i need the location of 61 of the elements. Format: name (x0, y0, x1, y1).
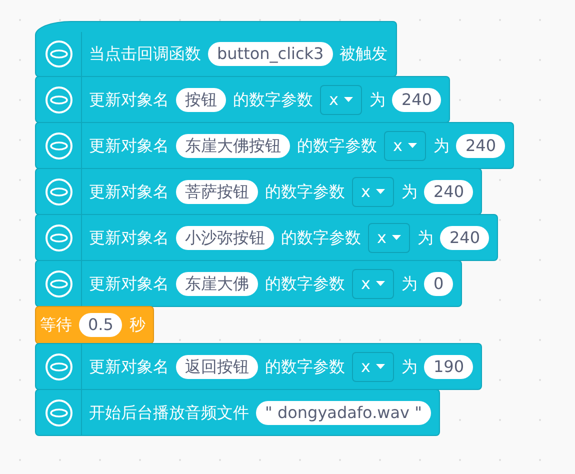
ring-icon (44, 270, 72, 298)
block-label: 被触发 (340, 43, 388, 65)
value-field[interactable]: 190 (424, 354, 474, 378)
block-label: 为 (417, 226, 434, 248)
block-label: 更新对象名 (89, 88, 169, 110)
value-field[interactable]: 东崖大佛 (176, 272, 258, 296)
caret-icon (376, 189, 386, 194)
caret-icon (376, 281, 386, 286)
value-field[interactable]: " dongyadafo.wav " (256, 400, 431, 424)
action-block[interactable]: 更新对象名 菩萨按钮 的数字参数 x 为 240 (35, 168, 482, 215)
value-field[interactable]: button_click3 (208, 42, 333, 66)
ring-icon (44, 398, 72, 426)
ring-icon (44, 40, 72, 68)
block-label: 为 (433, 134, 450, 156)
block-label: 的数字参数 (233, 88, 313, 110)
action-block[interactable]: 开始后台播放音频文件 " dongyadafo.wav " (35, 389, 440, 436)
block-label: 更新对象名 (89, 180, 169, 202)
action-block[interactable]: 更新对象名 东崖大佛按钮 的数字参数 x 为 240 (35, 122, 514, 169)
block-label: 为 (369, 88, 386, 110)
ring-icon (44, 224, 72, 252)
block-label: 更新对象名 (89, 272, 169, 294)
block-label: 更新对象名 (89, 134, 169, 156)
block-label: 秒 (129, 314, 146, 336)
action-block[interactable]: 更新对象名 返回按钮 的数字参数 x 为 190 (35, 343, 482, 390)
action-block[interactable]: 更新对象名 按钮 的数字参数 x 为 240 (35, 76, 450, 123)
value-field[interactable]: 240 (424, 180, 474, 204)
block-label: 更新对象名 (89, 356, 169, 378)
ring-icon (44, 352, 72, 380)
caret-icon (344, 97, 354, 102)
value-field[interactable]: 0 (424, 272, 453, 296)
ring-icon (44, 86, 72, 114)
value-field[interactable]: 小沙弥按钮 (176, 226, 274, 250)
value-field[interactable]: 240 (456, 134, 506, 158)
block-label: 开始后台播放音频文件 (89, 402, 249, 424)
block-label: 的数字参数 (281, 226, 361, 248)
block-label: 为 (401, 356, 418, 378)
value-field[interactable]: 240 (392, 88, 442, 112)
wait-block[interactable]: 等待 0.5 秒 (35, 306, 154, 344)
caret-icon (392, 235, 402, 240)
value-field[interactable]: 按钮 (176, 88, 226, 112)
block-label: 为 (401, 180, 418, 202)
block-label: 的数字参数 (265, 272, 345, 294)
action-block[interactable]: 更新对象名 小沙弥按钮 的数字参数 x 为 240 (35, 214, 498, 261)
block-label: 更新对象名 (89, 226, 169, 248)
value-field[interactable]: 东崖大佛按钮 (176, 134, 290, 158)
value-field[interactable]: 菩萨按钮 (176, 180, 258, 204)
action-block[interactable]: 更新对象名 东崖大佛 的数字参数 x 为 0 (35, 260, 462, 307)
block-label: 等待 (40, 314, 72, 336)
event-block[interactable]: 当点击回调函数 button_click3 被触发 (35, 21, 397, 77)
value-field[interactable]: 240 (440, 226, 490, 250)
block-label: 的数字参数 (265, 356, 345, 378)
value-field[interactable]: 返回按钮 (176, 354, 258, 378)
block-label: 的数字参数 (297, 134, 377, 156)
block-label: 为 (401, 272, 418, 294)
caret-icon (408, 143, 418, 148)
caret-icon (376, 364, 386, 369)
block-label: 的数字参数 (265, 180, 345, 202)
ring-icon (44, 178, 72, 206)
ring-icon (44, 132, 72, 160)
block-label: 当点击回调函数 (89, 43, 201, 65)
value-field[interactable]: 0.5 (79, 313, 122, 337)
